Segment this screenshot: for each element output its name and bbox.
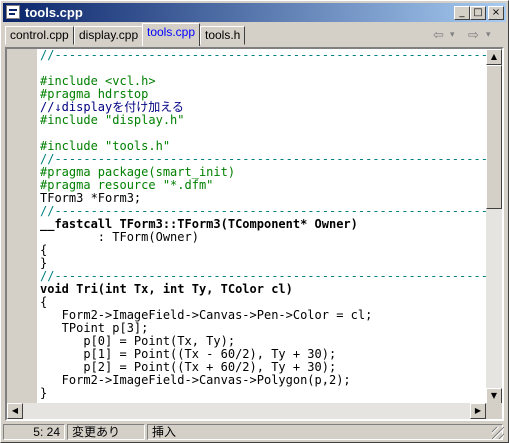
code-line: Form2->ImageField->Canvas->Polygon(p,2);	[40, 373, 351, 387]
maximize-button[interactable]: □	[470, 6, 486, 20]
horizontal-scrollbar[interactable]: ◀ ▶	[7, 403, 486, 419]
file-icon[interactable]	[6, 5, 20, 19]
tab-display-cpp[interactable]: display.cpp	[74, 26, 143, 45]
scrollbar-corner	[486, 403, 502, 419]
forward-arrow-icon[interactable]: ⇨	[468, 27, 479, 44]
tab-control-cpp[interactable]: control.cpp	[5, 26, 74, 45]
back-dropdown-icon[interactable]: ▾	[450, 27, 455, 44]
resize-grip[interactable]	[492, 427, 504, 439]
editor-gutter[interactable]	[7, 49, 37, 404]
minimize-button[interactable]: _	[454, 6, 470, 20]
close-button[interactable]: ×	[488, 6, 504, 20]
code-line: }	[40, 386, 48, 400]
vertical-scroll-thumb[interactable]	[486, 65, 502, 209]
window-title: tools.cpp	[25, 5, 83, 20]
back-arrow-icon[interactable]: ⇦	[433, 27, 444, 44]
tab-tools-cpp[interactable]: tools.cpp	[142, 23, 200, 46]
forward-dropdown-icon[interactable]: ▾	[486, 27, 491, 44]
code-line: : TForm(Owner)	[40, 230, 199, 244]
tab-tools-h[interactable]: tools.h	[200, 26, 245, 45]
vertical-scrollbar[interactable]: ▲ ▼	[486, 49, 502, 404]
editor-window: tools.cpp _ □ × control.cpp display.cpp …	[0, 0, 509, 443]
scroll-up-button[interactable]: ▲	[486, 49, 502, 65]
code-line: {	[40, 243, 48, 257]
code-editor[interactable]: //--------------------------------------…	[5, 47, 504, 421]
code-area[interactable]: //--------------------------------------…	[40, 49, 489, 404]
tab-bar: control.cpp display.cpp tools.cpp tools.…	[3, 23, 506, 47]
insert-mode-status: 挿入	[147, 424, 503, 440]
modified-status: 変更あり	[67, 424, 145, 440]
cursor-position: 5: 24	[3, 424, 65, 440]
scroll-down-button[interactable]: ▼	[486, 388, 502, 404]
scroll-right-button[interactable]: ▶	[470, 403, 486, 419]
code-line: void Tri(int Tx, int Ty, TColor cl)	[40, 282, 293, 296]
code-line: //--------------------------------------…	[40, 49, 489, 62]
scroll-left-button[interactable]: ◀	[7, 403, 23, 419]
status-bar: 5: 24 変更あり 挿入	[3, 423, 506, 441]
code-line: #include "display.h"	[40, 113, 185, 127]
title-bar[interactable]: tools.cpp _ □ ×	[3, 3, 506, 22]
